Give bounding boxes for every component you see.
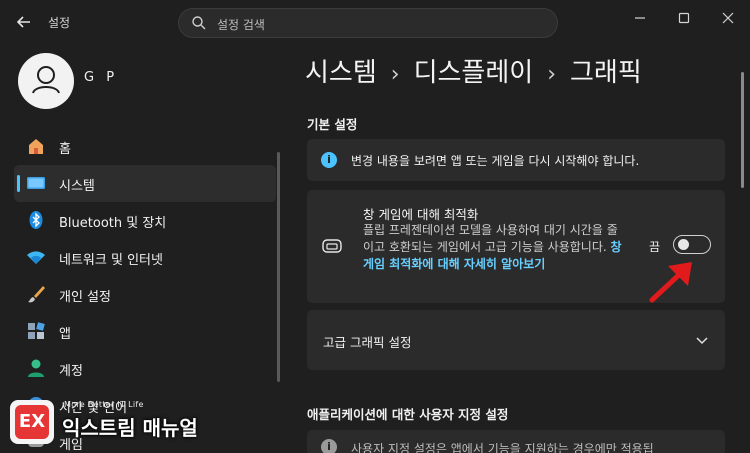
sidebar-item-apps[interactable]: 앱 — [14, 313, 276, 350]
option-title: 창 게임에 대해 최적화 — [363, 207, 479, 222]
option-description: 플립 프레젠테이션 모델을 사용하여 대기 시간을 줄이고 호환되는 게임에서 … — [363, 222, 625, 273]
toggle-knob — [678, 239, 689, 250]
advanced-graphics-label: 고급 그래픽 설정 — [323, 335, 412, 350]
system-icon — [26, 173, 46, 193]
info-icon: i — [321, 439, 337, 453]
sidebar-item-personalization[interactable]: 개인 설정 — [14, 276, 276, 313]
watermark-logo-mark: EX — [15, 405, 49, 439]
breadcrumb-display[interactable]: 디스플레이 — [414, 58, 534, 88]
watermark-brand: 익스트림 매뉴얼 — [62, 416, 198, 440]
sidebar-item-bluetooth[interactable]: Bluetooth 및 장치 — [14, 202, 276, 239]
bluetooth-icon — [26, 210, 46, 230]
watermark-tagline: More Better IT Life — [64, 400, 144, 409]
info-banner: i 변경 내용을 보려면 앱 또는 게임을 다시 시작해야 합니다. — [307, 139, 725, 181]
section-heading-custom: 애플리케이션에 대한 사용자 지정 설정 — [307, 407, 509, 422]
close-icon[interactable] — [718, 8, 738, 28]
breadcrumb-system[interactable]: 시스템 — [305, 58, 377, 88]
sidebar-item-network[interactable]: 네트워크 및 인터넷 — [14, 239, 276, 276]
section-heading-basic: 기본 설정 — [307, 117, 358, 132]
account-icon — [26, 358, 46, 378]
sidebar-item-system[interactable]: 시스템 — [14, 165, 276, 202]
chevron-down-icon — [695, 332, 709, 346]
game-controller-icon — [321, 235, 343, 257]
sidebar-item-label: Bluetooth 및 장치 — [59, 216, 167, 231]
annotation-arrow-icon — [649, 262, 692, 303]
avatar[interactable] — [18, 53, 74, 109]
sidebar-item-label: 계정 — [59, 364, 83, 379]
sidebar-item-label: 네트워크 및 인터넷 — [59, 253, 163, 268]
search-icon — [191, 15, 207, 31]
sidebar-item-label: 개인 설정 — [59, 290, 111, 305]
search-placeholder: 설정 검색 — [217, 18, 265, 32]
main-scrollbar[interactable] — [741, 72, 744, 188]
info-icon: i — [321, 152, 337, 168]
minimize-icon[interactable] — [630, 8, 650, 28]
sidebar-item-label: 홈 — [59, 142, 71, 157]
search-box[interactable]: 설정 검색 — [178, 8, 558, 38]
windowed-optimization-toggle[interactable] — [673, 235, 711, 254]
app-title: 설정 — [48, 16, 71, 30]
sidebar-scrollbar[interactable] — [277, 152, 280, 382]
custom-settings-text: 사용자 지정 설정은 앱에서 기능을 지원하는 경우에만 적용됩 — [351, 442, 654, 453]
toggle-state-label: 끔 — [649, 240, 661, 254]
advanced-graphics-settings[interactable]: 고급 그래픽 설정 — [307, 310, 725, 370]
sidebar-item-accounts[interactable]: 계정 — [14, 350, 276, 387]
sidebar-item-home[interactable]: 홈 — [14, 128, 276, 165]
selection-indicator — [17, 175, 20, 192]
brush-icon — [26, 284, 46, 304]
home-icon — [26, 136, 46, 156]
sidebar-item-label: 앱 — [59, 327, 71, 342]
info-text: 변경 내용을 보려면 앱 또는 게임을 다시 시작해야 합니다. — [351, 154, 640, 168]
page-title: 그래픽 — [570, 58, 642, 88]
breadcrumb: 시스템 › 디스플레이 › 그래픽 — [305, 52, 648, 89]
sidebar-item-label: 시스템 — [59, 179, 95, 194]
maximize-icon[interactable] — [674, 8, 694, 28]
breadcrumb-separator: › — [547, 62, 556, 87]
apps-icon — [26, 321, 46, 341]
custom-settings-card: i 사용자 지정 설정은 앱에서 기능을 지원하는 경우에만 적용됩 — [307, 430, 725, 453]
back-arrow-icon[interactable] — [14, 12, 34, 32]
title-bar: 설정 설정 검색 — [0, 0, 750, 44]
breadcrumb-separator: › — [390, 62, 400, 87]
user-icon — [32, 66, 60, 94]
wifi-icon — [26, 247, 46, 267]
profile-name: G P — [84, 70, 119, 85]
watermark-logo: EX — [10, 400, 54, 444]
watermark: EX More Better IT Life 익스트림 매뉴얼 — [10, 397, 205, 447]
option-description-text: 플립 프레젠테이션 모델을 사용하여 대기 시간을 줄이고 호환되는 게임에서 … — [363, 223, 618, 254]
